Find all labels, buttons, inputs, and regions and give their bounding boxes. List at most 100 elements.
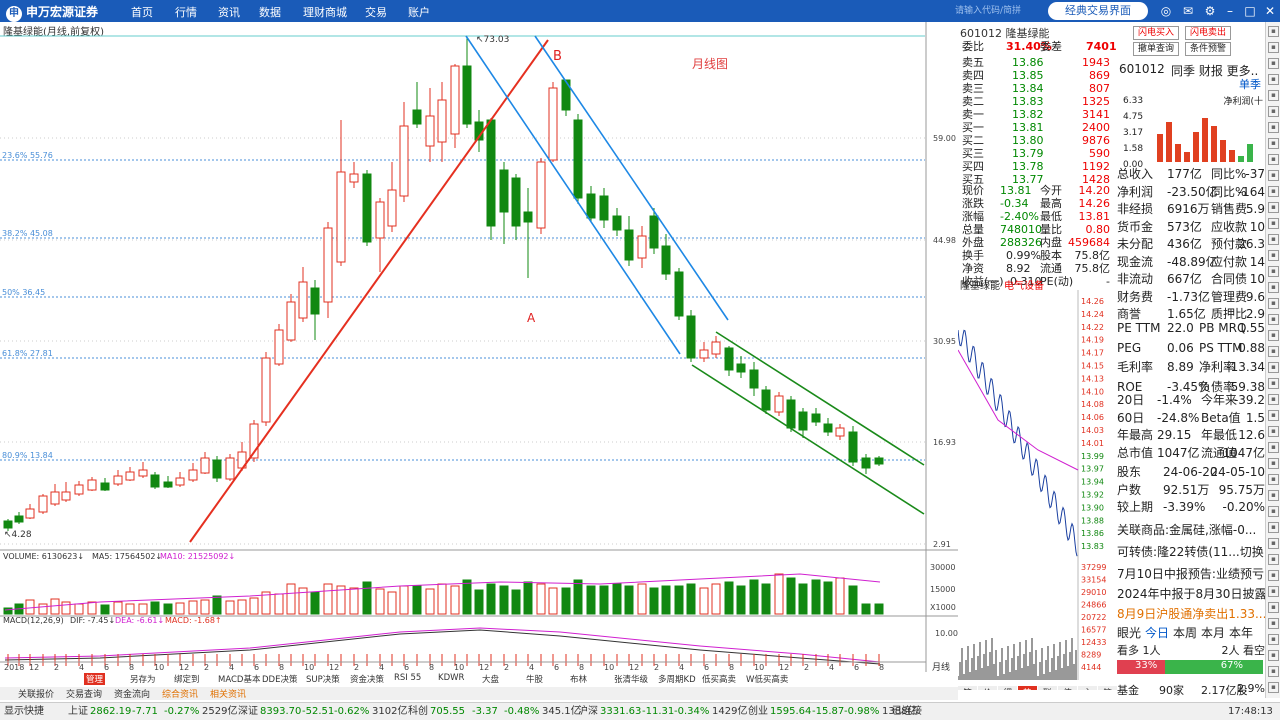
eye-tab[interactable]: 本年 xyxy=(1229,624,1253,641)
news-item[interactable]: 8月9日沪股通净卖出1.33... xyxy=(1117,606,1266,623)
detail-tab-label[interactable]: 联 xyxy=(1043,688,1052,690)
toolbar-icon[interactable]: ▪ xyxy=(1268,362,1279,373)
toolbar-icon[interactable]: ▪ xyxy=(1268,378,1279,389)
indicator-tab[interactable]: 张清华级 xyxy=(612,673,650,685)
search-input[interactable]: 请输入代码/简拼 xyxy=(955,3,1035,19)
toolbar-icon[interactable]: ▪ xyxy=(1268,282,1279,293)
headset-icon[interactable]: ◎ xyxy=(1158,3,1174,19)
eye-tab[interactable]: 今日 xyxy=(1145,624,1169,641)
cancel-order-button[interactable]: 撤单查询 xyxy=(1133,42,1179,56)
toolbar-icon[interactable]: ▪ xyxy=(1268,26,1279,37)
toolbar-icon[interactable]: ▪ xyxy=(1268,458,1279,469)
eye-tab[interactable]: 本周 xyxy=(1173,624,1197,641)
toolbar-icon[interactable]: ▪ xyxy=(1268,42,1279,53)
bottom-tab[interactable]: 交易查询 xyxy=(66,687,102,700)
indicator-tab[interactable]: 另存为 xyxy=(128,673,158,685)
toolbar-icon[interactable]: ▪ xyxy=(1268,426,1279,437)
toolbar-icon[interactable]: ▪ xyxy=(1268,602,1279,613)
classic-trade-button[interactable]: 经典交易界面 xyxy=(1048,2,1148,20)
toolbar-icon[interactable]: ▪ xyxy=(1268,666,1279,677)
related-commodity[interactable]: 关联商品:金属硅,涨幅-0... xyxy=(1117,522,1265,539)
mode-toggle[interactable]: 单季 xyxy=(1239,76,1261,92)
toolbar-icon[interactable]: ▪ xyxy=(1268,490,1279,501)
toolbar-icon[interactable]: ▪ xyxy=(1268,554,1279,565)
toolbar-icon[interactable]: ▪ xyxy=(1268,58,1279,69)
right-toolbar[interactable]: ▪ ▪ ▪ ▪ ▪ ▪ ▪ ▪ ▪ ▪ ▪ ▪ ▪ ▪ ▪ ▪ ▪ ▪ ▪ ▪ ▪ ▪ ▪ ▪ ▪ ▪ ▪ ▪ ▪ ▪ ▪ ▪ ▪ ▪ ▪ ▪ ▪ ▪ ▪ ▪… xyxy=(1265,22,1280,698)
toolbar-icon[interactable]: ▪ xyxy=(1268,442,1279,453)
toolbar-icon[interactable]: ▪ xyxy=(1268,474,1279,485)
toolbar-icon[interactable]: ▪ xyxy=(1268,218,1279,229)
toolbar-icon[interactable]: ▪ xyxy=(1268,650,1279,661)
toolbar-icon[interactable]: ▪ xyxy=(1268,330,1279,341)
nav-news[interactable]: 资讯 xyxy=(218,4,240,20)
indicator-tab[interactable]: 大盘 xyxy=(480,673,501,685)
indicator-tab[interactable]: SUP决策 xyxy=(304,673,342,685)
toolbar-icon[interactable]: ▪ xyxy=(1268,522,1279,533)
toolbar-icon[interactable]: ▪ xyxy=(1268,506,1279,517)
toolbar-icon[interactable]: ▪ xyxy=(1268,250,1279,261)
indicator-tab[interactable]: W低买高卖 xyxy=(744,673,790,685)
toolbar-icon[interactable]: ▪ xyxy=(1268,314,1279,325)
toolbar-icon[interactable]: ▪ xyxy=(1268,74,1279,85)
bottom-tab[interactable]: 关联报价 xyxy=(18,687,54,700)
indicator-tab[interactable]: RSI 55 xyxy=(392,673,423,683)
bottom-tab[interactable]: 综合资讯 xyxy=(162,687,198,700)
toolbar-icon[interactable]: ▪ xyxy=(1268,266,1279,277)
news-item[interactable]: 2024年中报于8月30日披露 xyxy=(1117,586,1266,603)
toolbar-icon[interactable]: ▪ xyxy=(1268,570,1279,581)
toolbar-icon[interactable]: ▪ xyxy=(1268,138,1279,149)
toolbar-icon[interactable]: ▪ xyxy=(1268,538,1279,549)
nav-account[interactable]: 账户 xyxy=(408,4,430,20)
period-label[interactable]: 月线 xyxy=(932,661,950,672)
toolbar-icon[interactable]: ▪ xyxy=(1268,346,1279,357)
toolbar-icon[interactable]: ▪ xyxy=(1268,682,1279,693)
indicator-tab[interactable]: MACD基本 xyxy=(216,673,262,685)
bottom-tab[interactable]: 相关资讯 xyxy=(210,687,246,700)
indicator-tab[interactable]: 布林 xyxy=(568,673,589,685)
news-item[interactable]: 7月10日中报预告:业绩预亏 xyxy=(1117,566,1265,583)
kline-chart[interactable]: 23.6% 55.76 38.2% 45.08 50% 36.45 61.8% 27.… xyxy=(0,22,958,672)
indicator-tab[interactable]: 管理 xyxy=(84,673,106,685)
indicator-tab[interactable]: KDWR xyxy=(436,673,466,683)
indicator-tab[interactable]: 多周期KD xyxy=(656,673,698,685)
flash-sell-button[interactable]: 闪电卖出 xyxy=(1185,26,1231,40)
toolbar-icon[interactable]: ▪ xyxy=(1268,234,1279,245)
indicator-tab[interactable]: DDE决策 xyxy=(260,673,299,685)
toolbar-icon[interactable]: ▪ xyxy=(1268,122,1279,133)
maximize-icon[interactable]: □ xyxy=(1242,3,1258,19)
toolbar-icon[interactable]: ▪ xyxy=(1268,618,1279,629)
toolbar-icon[interactable]: ▪ xyxy=(1268,410,1279,421)
toolbar-icon[interactable]: ▪ xyxy=(1268,634,1279,645)
fib-label: 50% 36.45 xyxy=(2,288,45,297)
nav-home[interactable]: 首页 xyxy=(131,4,153,20)
indicator-tab[interactable]: 低买高卖 xyxy=(700,673,738,685)
eye-tab[interactable]: 眼光 xyxy=(1117,624,1141,641)
indicator-tab[interactable]: 牛股 xyxy=(524,673,545,685)
toolbar-icon[interactable]: ▪ xyxy=(1268,106,1279,117)
toolbar-icon[interactable]: ▪ xyxy=(1268,154,1279,165)
toolbar-icon[interactable]: ▪ xyxy=(1268,298,1279,309)
toolbar-icon[interactable]: ▪ xyxy=(1268,394,1279,405)
nav-data[interactable]: 数据 xyxy=(259,4,281,20)
nav-quotes[interactable]: 行情 xyxy=(175,4,197,20)
condition-alert-button[interactable]: 条件预警 xyxy=(1185,42,1231,56)
settings-icon[interactable]: ⚙ xyxy=(1202,3,1218,19)
close-icon[interactable]: ✕ xyxy=(1262,3,1278,19)
eye-tab[interactable]: 本月 xyxy=(1201,624,1225,641)
flash-buy-button[interactable]: 闪电买入 xyxy=(1133,26,1179,40)
detail-tab-label[interactable]: 价 xyxy=(983,688,992,690)
toolbar-icon[interactable]: ▪ xyxy=(1268,90,1279,101)
intraday-chart[interactable]: 14.26 14.24 14.22 14.19 14.17 14.15 14.13 14.10… xyxy=(958,290,1118,690)
nav-trade[interactable]: 交易 xyxy=(365,4,387,20)
indicator-tab[interactable]: 资金决策 xyxy=(348,673,386,685)
indicator-tab[interactable]: 绑定到 xyxy=(172,673,202,685)
nav-wealth-mall[interactable]: 理财商城 xyxy=(303,4,347,20)
mail-icon[interactable]: ✉ xyxy=(1180,3,1196,19)
convertible-bond[interactable]: 可转债:隆22转债(11...切换> xyxy=(1117,544,1274,561)
bottom-tab[interactable]: 资金流向 xyxy=(114,687,150,700)
toolbar-icon[interactable]: ▪ xyxy=(1268,170,1279,181)
toolbar-icon[interactable]: ▪ xyxy=(1268,586,1279,597)
toolbar-icon[interactable]: ▪ xyxy=(1268,202,1279,213)
toolbar-icon[interactable]: ▪ xyxy=(1268,186,1279,197)
minimize-icon[interactable]: – xyxy=(1222,3,1238,19)
